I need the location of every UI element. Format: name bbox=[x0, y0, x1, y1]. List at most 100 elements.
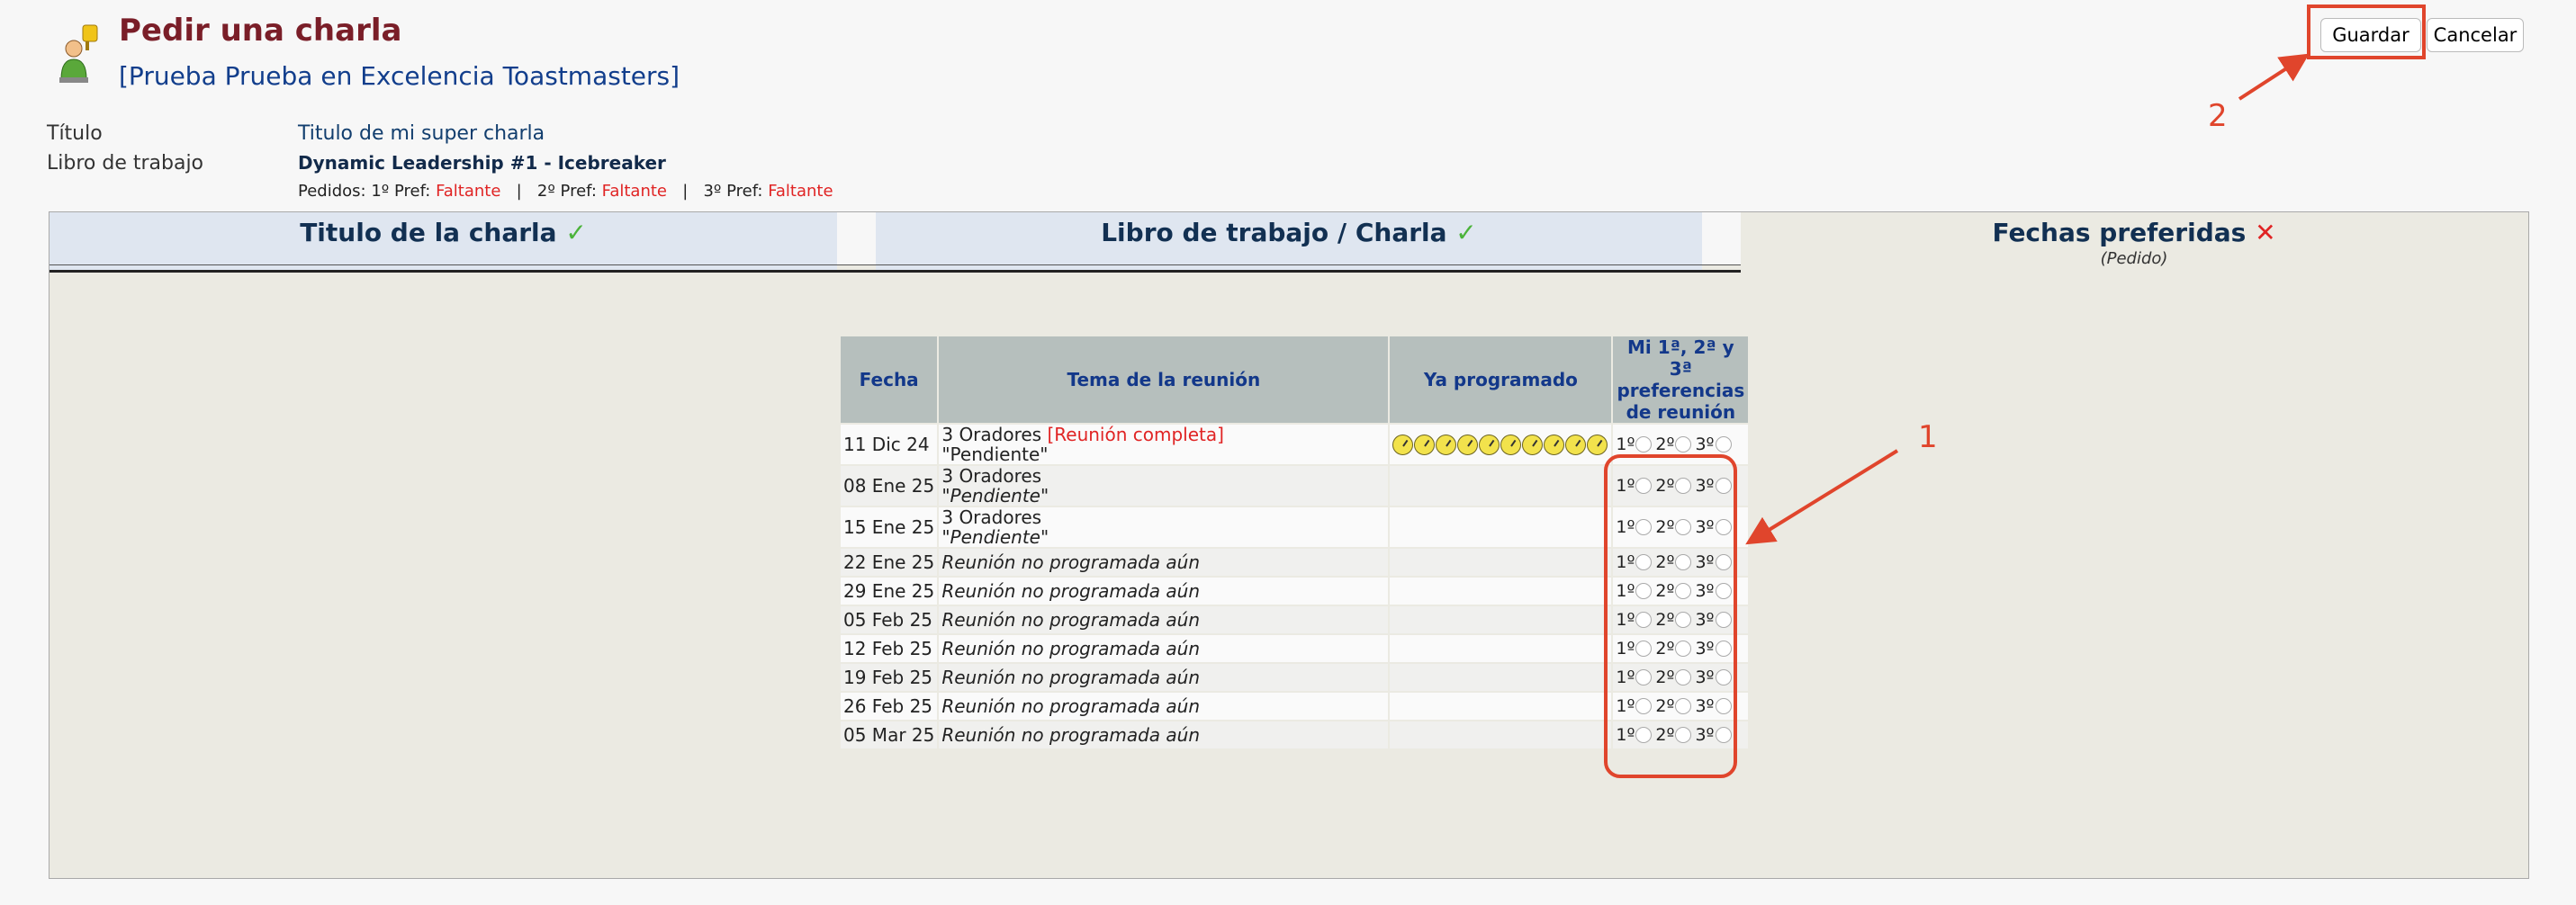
separator: | bbox=[516, 182, 522, 201]
row-date: 15 Ene 25 bbox=[841, 507, 938, 547]
header-fecha: Fecha bbox=[841, 336, 938, 423]
titulo-value: Titulo de mi super charla bbox=[298, 122, 545, 145]
clock-icon bbox=[1500, 434, 1522, 455]
tab-label: Libro de trabajo / Charla bbox=[1101, 218, 1447, 247]
titulo-label: Título bbox=[47, 122, 103, 145]
row-date: 29 Ene 25 bbox=[841, 578, 938, 605]
annotation-number-2: 2 bbox=[2208, 98, 2228, 134]
row-date: 05 Mar 25 bbox=[841, 721, 938, 748]
topic-text: Reunión no programada aún bbox=[941, 724, 1200, 746]
annotation-arrow-2 bbox=[2238, 53, 2310, 101]
clock-icon bbox=[1522, 434, 1544, 455]
pref1-status: Faltante bbox=[436, 182, 501, 201]
clock-icon bbox=[1587, 434, 1608, 455]
pref-1-radio[interactable] bbox=[1635, 436, 1653, 452]
row-topic: Reunión no programada aún bbox=[939, 578, 1389, 605]
pending-note: "Pendiente" bbox=[941, 526, 1049, 548]
clock-icon bbox=[1392, 434, 1414, 455]
cancel-button[interactable]: Cancelar bbox=[2427, 18, 2524, 52]
tab-gap bbox=[1702, 212, 1741, 264]
row-scheduled bbox=[1390, 664, 1612, 691]
pref-radio-label: 1º bbox=[1616, 435, 1635, 454]
pref1-label: Pedidos: 1º Pref: bbox=[298, 182, 437, 201]
row-topic: Reunión no programada aún bbox=[939, 721, 1389, 748]
row-scheduled bbox=[1390, 635, 1612, 662]
check-icon: ✓ bbox=[1455, 218, 1477, 247]
page-title: Pedir una charla bbox=[119, 13, 402, 49]
clock-icon bbox=[1414, 434, 1436, 455]
pending-note: "Pendiente" bbox=[941, 485, 1049, 506]
pref2-status: Faltante bbox=[601, 182, 668, 201]
meeting-full-link[interactable]: [Reunión completa] bbox=[1047, 424, 1223, 445]
pref3-label: 3º Pref: bbox=[703, 182, 769, 201]
header-tema: Tema de la reunión bbox=[939, 336, 1389, 423]
clock-icon bbox=[1479, 434, 1500, 455]
row-scheduled bbox=[1390, 693, 1612, 720]
topic-text: 3 Oradores bbox=[941, 424, 1042, 445]
topic-text: Reunión no programada aún bbox=[941, 638, 1200, 659]
header-ya-programado: Ya programado bbox=[1390, 336, 1612, 423]
topic-text: Reunión no programada aún bbox=[941, 695, 1200, 717]
check-icon: ✓ bbox=[565, 218, 587, 247]
tab-sublabel: (Pedido) bbox=[2100, 249, 2168, 268]
row-date: 05 Feb 25 bbox=[841, 606, 938, 633]
pref-radio-label: 3º bbox=[1695, 435, 1715, 454]
row-scheduled bbox=[1390, 549, 1612, 576]
tab-libro-trabajo[interactable]: Libro de trabajo / Charla ✓ bbox=[876, 212, 1702, 270]
libro-label: Libro de trabajo bbox=[47, 152, 204, 175]
pref-3-radio[interactable] bbox=[1715, 436, 1732, 452]
annotation-highlight-preferences bbox=[1604, 454, 1737, 778]
tab-fechas-preferidas[interactable]: Fechas preferidas ✕ (Pedido) bbox=[1741, 212, 2527, 270]
libro-value: Dynamic Leadership #1 - Icebreaker bbox=[298, 152, 666, 174]
tab-gap bbox=[837, 212, 876, 264]
topic-text: 3 Oradores bbox=[941, 465, 1042, 487]
pref-radio-label: 2º bbox=[1655, 435, 1675, 454]
pref2-label: 2º Pref: bbox=[536, 182, 602, 201]
topic-text: Reunión no programada aún bbox=[941, 551, 1200, 573]
row-topic: Reunión no programada aún bbox=[939, 549, 1389, 576]
annotation-number-1: 1 bbox=[1918, 419, 1938, 455]
row-topic: 3 Oradores "Pendiente" bbox=[939, 465, 1389, 506]
row-scheduled bbox=[1390, 425, 1612, 464]
row-date: 12 Feb 25 bbox=[841, 635, 938, 662]
row-scheduled bbox=[1390, 466, 1612, 506]
row-date: 26 Feb 25 bbox=[841, 693, 938, 720]
tab-label: Titulo de la charla bbox=[300, 218, 557, 247]
row-date: 11 Dic 24 bbox=[841, 425, 938, 464]
row-scheduled bbox=[1390, 721, 1612, 748]
clock-icon bbox=[1544, 434, 1565, 455]
cross-icon: ✕ bbox=[2255, 218, 2276, 247]
row-topic: Reunión no programada aún bbox=[939, 635, 1389, 662]
row-topic: 3 Oradores [Reunión completa] "Pendiente" bbox=[939, 424, 1389, 465]
row-topic: Reunión no programada aún bbox=[939, 664, 1389, 691]
clock-icon bbox=[1457, 434, 1479, 455]
header-preferencias: Mi 1ª, 2ª y 3ª preferencias de reunión bbox=[1613, 336, 1749, 423]
topic-text: 3 Oradores bbox=[941, 506, 1042, 528]
pref-2-radio[interactable] bbox=[1675, 436, 1692, 452]
speaker-request-icon bbox=[56, 23, 112, 86]
clock-icon bbox=[1565, 434, 1587, 455]
club-name-link[interactable]: [Prueba Prueba en Excelencia Toastmaster… bbox=[119, 61, 680, 91]
tab-label: Fechas preferidas bbox=[1992, 218, 2247, 247]
row-scheduled bbox=[1390, 606, 1612, 633]
row-topic: Reunión no programada aún bbox=[939, 693, 1389, 720]
pending-note: "Pendiente" bbox=[941, 444, 1049, 465]
pedidos-status: Pedidos: 1º Pref: Faltante | 2º Pref: Fa… bbox=[298, 182, 833, 201]
tabs-divider bbox=[50, 264, 1741, 265]
row-topic: 3 Oradores "Pendiente" bbox=[939, 506, 1389, 548]
topic-text: Reunión no programada aún bbox=[941, 580, 1200, 602]
topic-text: Reunión no programada aún bbox=[941, 609, 1200, 631]
row-scheduled bbox=[1390, 507, 1612, 547]
clock-icon bbox=[1436, 434, 1457, 455]
row-date: 22 Ene 25 bbox=[841, 549, 938, 576]
pref3-status: Faltante bbox=[768, 182, 833, 201]
row-date: 19 Feb 25 bbox=[841, 664, 938, 691]
row-scheduled bbox=[1390, 578, 1612, 605]
tabs-divider bbox=[50, 270, 1741, 273]
row-topic: Reunión no programada aún bbox=[939, 606, 1389, 633]
separator: | bbox=[682, 182, 689, 201]
topic-text: Reunión no programada aún bbox=[941, 667, 1200, 688]
tab-titulo-charla[interactable]: Titulo de la charla ✓ bbox=[50, 212, 837, 270]
annotation-highlight-save bbox=[2307, 4, 2426, 59]
row-date: 08 Ene 25 bbox=[841, 466, 938, 506]
